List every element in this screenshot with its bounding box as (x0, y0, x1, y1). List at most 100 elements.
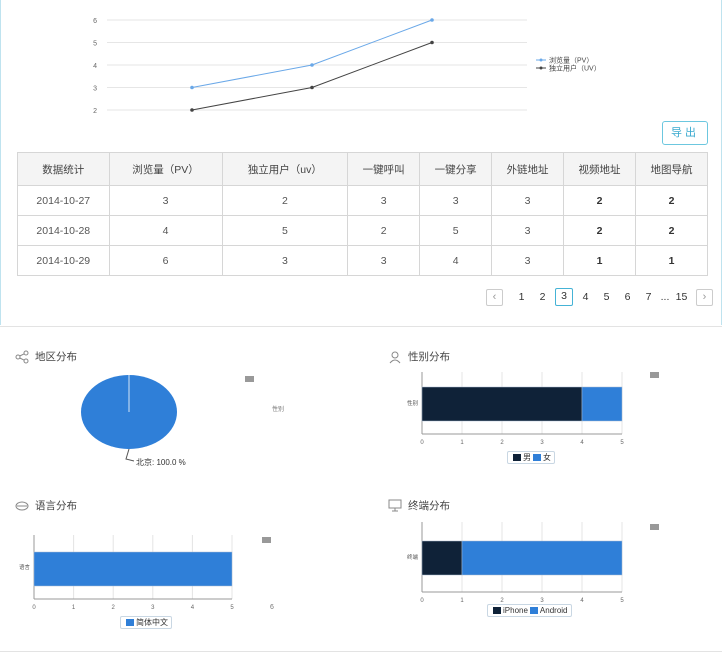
monitor-icon (387, 499, 403, 513)
y-tick-label: 3 (93, 86, 97, 93)
share-nodes-icon (14, 350, 30, 364)
comment-icon (14, 499, 30, 513)
table-cell: 3 (419, 185, 493, 216)
category-label: 语言 (19, 563, 31, 571)
x-tick-label: 2 (112, 605, 116, 611)
table-cell: 4 (419, 245, 493, 276)
bar (421, 386, 583, 422)
table-cell: 3 (491, 185, 565, 216)
series-line (191, 42, 433, 111)
table-row: 2014-10-27 3 2 3 3 3 2 2 (17, 185, 708, 216)
page-1-button[interactable]: 1 (511, 291, 532, 303)
page-3-button[interactable]: 3 (555, 288, 573, 306)
x-tick-label: 0 (420, 440, 424, 446)
x-tick-label: 3 (540, 440, 544, 446)
terminal-legend: iPhone Android (487, 604, 572, 617)
language-side-tick: 6 (270, 604, 274, 611)
page-2-button[interactable]: 2 (532, 291, 553, 303)
language-panel-title: 语言分布 (14, 498, 77, 513)
data-point (310, 63, 314, 67)
x-tick-label: 0 (32, 605, 36, 611)
export-button[interactable]: 导出 (662, 121, 708, 145)
table-cell: 2 (563, 185, 636, 216)
table-cell: 6 (108, 245, 223, 276)
page-4-button[interactable]: 4 (575, 291, 596, 303)
terminal-panel-title: 终端分布 (387, 498, 450, 513)
legend-label: 独立用户（UV） (549, 64, 601, 73)
table-cell: 2 (635, 185, 708, 216)
category-label: 性别 (407, 399, 418, 407)
x-tick-label: 0 (420, 598, 424, 602)
x-tick-label: 4 (580, 440, 584, 446)
table-cell: 5 (419, 215, 493, 246)
col-date: 数据统计 (17, 152, 110, 186)
table-cell: 2 (221, 185, 349, 216)
pv-uv-panel: 6 5 4 3 2 浏览量（PV） 独立用户（UV） 导出 数据统计 浏览量（PV） 独立用… (0, 0, 722, 325)
y-tick-label: 5 (93, 41, 97, 48)
pie-label: 北京: 100.0 % (136, 458, 186, 467)
table-row: 2014-10-28 4 5 2 5 3 2 2 (17, 215, 708, 246)
menu-icon[interactable] (245, 376, 254, 382)
col-pv: 浏览量（PV） (108, 152, 223, 186)
prev-page-button[interactable]: ‹ (486, 288, 503, 306)
table-cell: 1 (635, 245, 708, 276)
data-point (190, 108, 194, 112)
x-tick-label: 1 (460, 440, 464, 446)
y-tick-label: 6 (93, 18, 97, 25)
x-tick-label: 4 (580, 598, 584, 602)
legend-swatch-android (529, 607, 538, 614)
col-uv: 独立用户（uv） (221, 152, 349, 186)
col-call: 一键呼叫 (347, 152, 421, 186)
region-side-label: 性别 (272, 407, 285, 413)
legend-female-label: 女 (543, 453, 551, 462)
x-tick-label: 2 (500, 440, 504, 446)
table-cell: 2 (635, 215, 708, 246)
region-panel-title: 地区分布 (14, 349, 77, 364)
legend-android-label: Android (539, 606, 568, 615)
gender-bar-chart: 0 1 2 3 4 5 性别 (407, 372, 624, 446)
legend-male-label: 男 (523, 453, 531, 462)
table-row: 2014-10-29 6 3 3 4 3 1 1 (17, 245, 708, 276)
region-title: 地区分布 (35, 351, 77, 363)
legend-swatch-female (533, 454, 541, 461)
menu-icon[interactable] (650, 524, 659, 530)
page-15-button[interactable]: 15 (671, 291, 692, 303)
table-cell: 2014-10-29 (17, 245, 110, 276)
page-5-button[interactable]: 5 (596, 291, 617, 303)
col-link: 外链地址 (491, 152, 565, 186)
table-cell: 1 (563, 245, 636, 276)
region-pie-chart (81, 375, 177, 462)
col-share: 一键分享 (419, 152, 493, 186)
col-map: 地图导航 (635, 152, 708, 186)
page-6-button[interactable]: 6 (617, 291, 638, 303)
legend-swatch-male (513, 454, 521, 461)
table-cell: 3 (347, 245, 421, 276)
table-cell: 4 (108, 215, 223, 246)
stats-table: 数据统计 浏览量（PV） 独立用户（uv） 一键呼叫 一键分享 外链地址 视频地… (17, 152, 708, 276)
terminal-title: 终端分布 (408, 500, 450, 512)
x-tick-label: 1 (72, 605, 76, 611)
legend-dot (539, 58, 543, 62)
legend-zh-label: 简体中文 (136, 618, 168, 627)
menu-icon[interactable] (262, 537, 271, 543)
menu-icon[interactable] (650, 372, 659, 378)
bar (581, 386, 623, 422)
table-cell: 2014-10-28 (17, 215, 110, 246)
pagination: ‹ 1 2 3 4 5 6 7 ... 15 › (486, 287, 713, 307)
table-cell: 3 (491, 215, 565, 246)
legend-dot (539, 66, 543, 70)
page-7-button[interactable]: 7 (638, 291, 659, 303)
legend-label: 浏览量（PV） (549, 56, 593, 65)
bottom-divider (0, 651, 722, 652)
gender-panel-title: 性别分布 (387, 349, 450, 364)
next-page-button[interactable]: › (696, 288, 713, 306)
language-bar-chart: 0 1 2 3 4 5 语言 (19, 535, 234, 611)
language-legend: 简体中文 (120, 616, 172, 629)
table-cell: 2014-10-27 (17, 185, 110, 216)
data-point (430, 18, 434, 22)
bar (421, 540, 463, 576)
data-point (190, 85, 194, 90)
gender-title: 性别分布 (408, 351, 450, 363)
x-tick-label: 5 (620, 440, 624, 446)
table-header-row: 数据统计 浏览量（PV） 独立用户（uv） 一键呼叫 一键分享 外链地址 视频地… (17, 152, 708, 186)
